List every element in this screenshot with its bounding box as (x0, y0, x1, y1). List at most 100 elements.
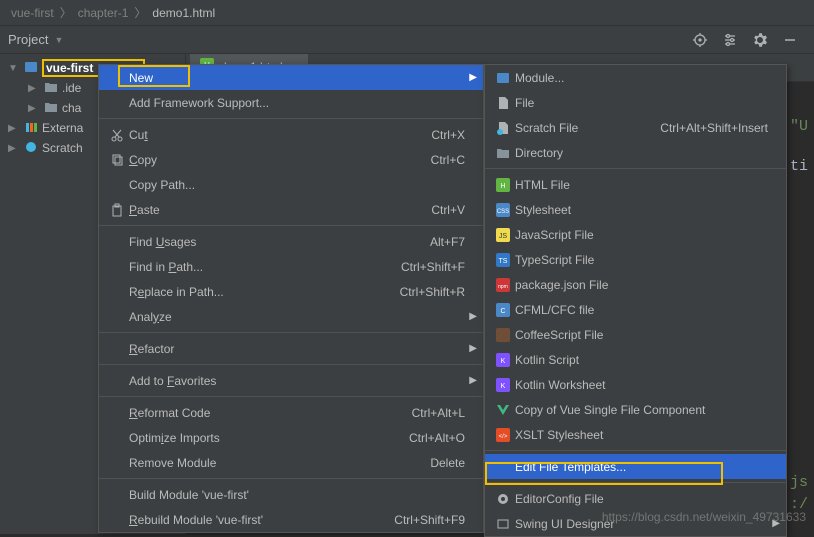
scratch-icon (493, 121, 513, 135)
menu-item[interactable]: File (485, 90, 786, 115)
gear-icon[interactable] (752, 32, 768, 48)
menu-shortcut: Ctrl+Alt+L (412, 406, 465, 420)
menu-item[interactable]: Copy of Vue Single File Component (485, 397, 786, 422)
chevron-right-icon: ▶ (28, 83, 40, 94)
menu-item[interactable]: Directory (485, 140, 786, 165)
breadcrumb-seg[interactable]: chapter-1 (78, 6, 129, 20)
menu-item[interactable]: Find UsagesAlt+F7 (99, 229, 483, 254)
menu-label: EditorConfig File (513, 492, 768, 506)
menu-separator (485, 482, 786, 483)
code-fragment: "U (790, 118, 808, 135)
kotlin-icon: K (493, 353, 513, 367)
menu-item[interactable]: Module... (485, 65, 786, 90)
project-panel-title[interactable]: Project ▼ (8, 32, 63, 47)
folder-icon (44, 100, 58, 117)
menu-label: Scratch File (513, 121, 660, 135)
ts-icon: TS (493, 253, 513, 267)
menu-item[interactable]: Scratch FileCtrl+Alt+Shift+Insert (485, 115, 786, 140)
css-icon: CSS (493, 203, 513, 217)
menu-shortcut: Ctrl+C (431, 153, 465, 167)
watermark: https://blog.csdn.net/weixin_49731633 (602, 510, 806, 524)
menu-item[interactable]: HHTML File (485, 172, 786, 197)
svg-text:JS: JS (499, 233, 508, 240)
menu-label: Replace in Path... (127, 285, 400, 299)
menu-label: Copy of Vue Single File Component (513, 403, 768, 417)
breadcrumb-seg[interactable]: vue-first (11, 6, 54, 20)
menu-item[interactable]: Remove ModuleDelete (99, 450, 483, 475)
menu-item[interactable]: CCFML/CFC file (485, 297, 786, 322)
dropdown-icon: ▼ (54, 35, 63, 45)
menu-label: CoffeeScript File (513, 328, 768, 342)
menu-item[interactable]: Reformat CodeCtrl+Alt+L (99, 400, 483, 425)
js-icon: JS (493, 228, 513, 242)
menu-label: Build Module 'vue-first' (127, 488, 465, 502)
menu-label: Find Usages (127, 235, 430, 249)
menu-label: XSLT Stylesheet (513, 428, 768, 442)
menu-item[interactable]: PasteCtrl+V (99, 197, 483, 222)
menu-label: Rebuild Module 'vue-first' (127, 513, 394, 527)
menu-label: Copy (127, 153, 431, 167)
menu-item[interactable]: Add Framework Support... (99, 90, 483, 115)
menu-label: Paste (127, 203, 431, 217)
menu-label: Kotlin Worksheet (513, 378, 768, 392)
module-icon (24, 60, 38, 77)
chevron-right-icon: ▶ (8, 143, 20, 154)
menu-item[interactable]: Refactor▶ (99, 336, 483, 361)
svg-text:npm: npm (498, 284, 508, 290)
vue-icon (493, 403, 513, 417)
menu-separator (99, 332, 483, 333)
menu-item[interactable]: CSSStylesheet (485, 197, 786, 222)
menu-separator (99, 225, 483, 226)
chevron-right-icon: ▶ (28, 103, 40, 114)
sliders-icon[interactable] (722, 32, 738, 48)
menu-item[interactable]: EditorConfig File (485, 486, 786, 511)
menu-label: Stylesheet (513, 203, 768, 217)
menu-item[interactable]: Replace in Path...Ctrl+Shift+R (99, 279, 483, 304)
minimize-icon[interactable] (782, 32, 798, 48)
code-fragment: js (790, 474, 808, 491)
menu-item[interactable]: CoffeeScript File (485, 322, 786, 347)
menu-item[interactable]: Optimize ImportsCtrl+Alt+O (99, 425, 483, 450)
menu-item[interactable]: Rebuild Module 'vue-first'Ctrl+Shift+F9 (99, 507, 483, 532)
menu-item[interactable]: </>XSLT Stylesheet (485, 422, 786, 447)
menu-item[interactable]: Analyze▶ (99, 304, 483, 329)
menu-label: Directory (513, 146, 768, 160)
directory-icon (493, 146, 513, 160)
menu-item[interactable]: Find in Path...Ctrl+Shift+F (99, 254, 483, 279)
menu-label: Find in Path... (127, 260, 401, 274)
target-icon[interactable] (692, 32, 708, 48)
menu-item[interactable]: Copy Path... (99, 172, 483, 197)
menu-separator (99, 396, 483, 397)
menu-separator (99, 478, 483, 479)
menu-item[interactable]: New▶ (99, 65, 483, 90)
menu-item[interactable]: KKotlin Script (485, 347, 786, 372)
chevron-right-icon: ▶ (8, 123, 20, 134)
menu-item[interactable]: npm package.json File (485, 272, 786, 297)
menu-label: package.json File (513, 278, 768, 292)
menu-label: Add Framework Support... (127, 96, 465, 110)
paste-icon (107, 203, 127, 217)
breadcrumb: vue-first 〉 chapter-1 〉 demo1.html (0, 0, 814, 26)
project-toolbar: Project ▼ (0, 26, 814, 54)
menu-item[interactable]: CopyCtrl+C (99, 147, 483, 172)
menu-shortcut: Ctrl+V (431, 203, 465, 217)
menu-item[interactable]: TSTypeScript File (485, 247, 786, 272)
svg-text:K: K (501, 358, 506, 365)
menu-item[interactable]: JS JavaScript File (485, 222, 786, 247)
menu-item[interactable]: Edit File Templates... (485, 454, 786, 479)
submenu-arrow-icon: ▶ (469, 343, 477, 354)
menu-item[interactable]: Add to Favorites▶ (99, 368, 483, 393)
menu-shortcut: Ctrl+Shift+F9 (394, 513, 465, 527)
breadcrumb-seg[interactable]: demo1.html (152, 6, 215, 20)
menu-label: Cut (127, 128, 431, 142)
menu-item[interactable]: K Kotlin Worksheet (485, 372, 786, 397)
menu-item[interactable]: Build Module 'vue-first' (99, 482, 483, 507)
menu-item[interactable]: CutCtrl+X (99, 122, 483, 147)
menu-label: JavaScript File (513, 228, 768, 242)
svg-text:TS: TS (499, 258, 508, 265)
menu-separator (99, 118, 483, 119)
svg-text:C: C (500, 308, 505, 315)
chevron-down-icon: ▼ (8, 63, 20, 74)
svg-text:K: K (501, 383, 506, 390)
menu-shortcut: Alt+F7 (430, 235, 465, 249)
